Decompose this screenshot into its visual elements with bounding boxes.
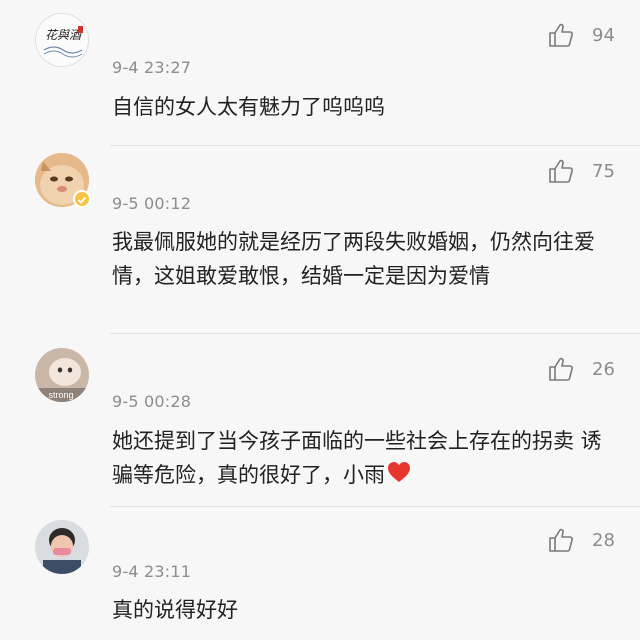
comment-text: 她还提到了当今孩子面临的一些社会上存在的拐卖 诱骗等危险，真的很好了，小雨 <box>112 424 612 493</box>
comment-text-body: 她还提到了当今孩子面临的一些社会上存在的拐卖 诱骗等危险，真的很好了，小雨 <box>112 429 602 487</box>
calligraphy-seal-icon: 花與酒 <box>36 14 88 66</box>
like-button[interactable]: 28 <box>548 527 615 553</box>
avatar[interactable]: 花與酒 <box>35 13 89 67</box>
like-count: 94 <box>592 24 615 46</box>
thumbs-up-icon <box>549 159 573 183</box>
avatar-logo-text: 花與酒 <box>45 28 83 42</box>
comment-item: 花與酒 9-4 23:27 自信的女人太有魅力了呜呜呜 94 <box>0 0 640 160</box>
strong-photo-avatar-icon: strong <box>35 348 89 402</box>
like-button[interactable]: 75 <box>548 158 615 184</box>
verified-check-icon <box>77 196 87 204</box>
comment-time: 9-5 00:12 <box>112 194 192 213</box>
comment-text: 真的说得好好 <box>112 598 238 622</box>
like-button[interactable]: 26 <box>548 356 615 382</box>
comment-list: 花與酒 9-4 23:27 自信的女人太有魅力了呜呜呜 94 9-5 00:12… <box>0 0 640 640</box>
avatar[interactable]: strong <box>35 348 89 402</box>
avatar[interactable] <box>35 520 89 574</box>
comment-text: 我最佩服她的就是经历了两段失败婚姻，仍然向往爱情，这姐敢爱敢恨，结婚一定是因为爱… <box>112 230 595 288</box>
avatar-caption: strong <box>48 390 73 400</box>
comment-item: strong 9-5 00:28 她还提到了当今孩子面临的一些社会上存在的拐卖 … <box>0 334 640 507</box>
like-button[interactable]: 94 <box>548 22 615 48</box>
comment-time: 9-4 23:11 <box>112 562 192 581</box>
like-count: 75 <box>592 160 615 182</box>
comment-time: 9-5 00:28 <box>112 392 192 411</box>
comment-item: 9-4 23:11 真的说得好好 28 <box>0 506 640 640</box>
comment-item: 9-5 00:12 我最佩服她的就是经历了两段失败婚姻，仍然向往爱情，这姐敢爱敢… <box>0 146 640 336</box>
like-count: 26 <box>592 358 615 380</box>
red-heart-emoji-icon <box>387 459 411 493</box>
comment-time: 9-4 23:27 <box>112 58 192 77</box>
thumbs-up-icon <box>549 23 573 47</box>
comment-text: 自信的女人太有魅力了呜呜呜 <box>112 95 385 119</box>
verified-badge <box>73 190 91 208</box>
like-count: 28 <box>592 529 615 551</box>
child-photo-avatar-icon <box>35 520 89 574</box>
thumbs-up-icon <box>549 528 573 552</box>
thumbs-up-icon <box>549 357 573 381</box>
